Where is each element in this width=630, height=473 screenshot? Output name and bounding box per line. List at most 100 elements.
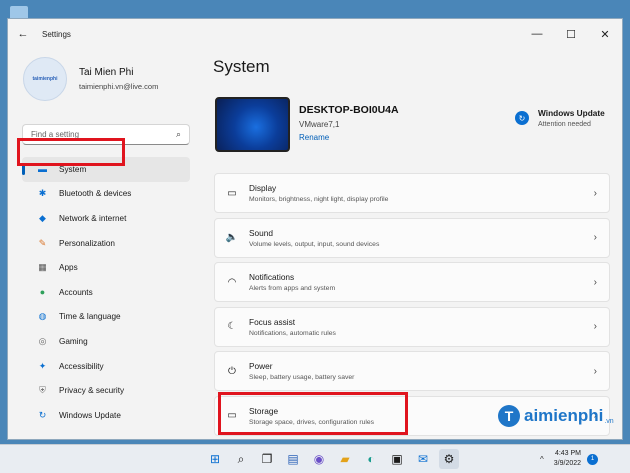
power-icon: ⏻ <box>228 365 236 377</box>
search-box[interactable]: ⌕ <box>22 124 190 145</box>
chevron-right-icon: › <box>593 187 597 199</box>
chevron-up-icon[interactable]: ^ <box>540 455 544 464</box>
settings-window: ← Settings — ☐ ✕ taimienphi Tai Mien Phi… <box>7 18 623 440</box>
edge-icon[interactable]: ◐ <box>361 449 381 469</box>
device-info: DESKTOP-BOI0U4A VMware7,1 Rename ↻ Windo… <box>213 97 611 153</box>
title-bar: ← Settings — ☐ ✕ <box>8 19 622 49</box>
sidebar-item-bluetooth[interactable]: ✱ Bluetooth & devices <box>22 182 190 207</box>
card-description: Alerts from apps and system <box>249 285 336 292</box>
card-power[interactable]: ⏻ Power Sleep, battery usage, battery sa… <box>214 351 610 391</box>
sidebar-item-label: Windows Update <box>59 410 121 420</box>
taskbar: ⊞ ⌕ ❐ ▤ ◉ ▰ ◐ ▣ ✉ ⚙ ^ 4:43 PM 3/9/2022 1 <box>0 444 630 473</box>
task-view-icon[interactable]: ❐ <box>257 449 277 469</box>
display-icon: ▭ <box>227 187 237 199</box>
card-title: Focus assist <box>249 316 296 327</box>
clock[interactable]: 4:43 PM 3/9/2022 <box>554 449 581 469</box>
sidebar-item-label: Accessibility <box>59 361 104 371</box>
storage-icon: ▭ <box>227 410 237 421</box>
maximize-button[interactable]: ☐ <box>554 19 588 49</box>
card-display[interactable]: ▭ Display Monitors, brightness, night li… <box>214 173 610 213</box>
user-profile[interactable]: taimienphi Tai Mien Phi taimienphi.vn@li… <box>23 57 158 101</box>
device-model: VMware7,1 <box>299 120 340 129</box>
profile-name: Tai Mien Phi <box>79 67 134 78</box>
sidebar-item-label: Apps <box>59 263 78 273</box>
windows-update-status[interactable]: ↻ Windows Update Attention needed <box>515 108 605 128</box>
speaker-icon: 🔈 <box>225 232 239 243</box>
moon-icon: ☾ <box>227 321 237 332</box>
wifi-icon: ◆ <box>39 212 46 223</box>
widgets-icon[interactable]: ▤ <box>283 449 303 469</box>
clock-date: 3/9/2022 <box>553 460 582 467</box>
sidebar: taimienphi Tai Mien Phi taimienphi.vn@li… <box>8 49 203 439</box>
card-title: Storage <box>249 405 279 416</box>
sidebar-item-network[interactable]: ◆ Network & internet <box>22 206 190 231</box>
sidebar-item-label: Gaming <box>59 336 88 346</box>
back-button[interactable]: ← <box>8 19 38 49</box>
bluetooth-icon: ✱ <box>38 188 47 199</box>
page-title: System <box>213 57 270 76</box>
card-notifications[interactable]: ◠ Notifications Alerts from apps and sys… <box>214 262 610 302</box>
chevron-right-icon: › <box>593 321 597 332</box>
sidebar-item-time-language[interactable]: ◍ Time & language <box>22 305 190 330</box>
card-storage[interactable]: ▭ Storage Storage space, drives, configu… <box>214 395 610 436</box>
mail-icon[interactable]: ✉ <box>413 449 433 469</box>
card-sound[interactable]: 🔈 Sound Volume levels, output, input, so… <box>214 217 610 258</box>
monitor-icon: ▬ <box>38 164 47 175</box>
sidebar-item-label: Privacy & security <box>59 386 125 396</box>
chevron-right-icon: › <box>593 410 597 421</box>
sidebar-item-windows-update[interactable]: ↻ Windows Update <box>22 403 190 428</box>
sidebar-item-personalization[interactable]: ✎ Personalization <box>22 231 190 256</box>
search-icon[interactable]: ⌕ <box>176 129 181 140</box>
bell-icon: ◠ <box>227 276 237 288</box>
close-button[interactable]: ✕ <box>588 19 622 49</box>
windows-update-status-text: Attention needed <box>538 121 591 128</box>
card-description: Volume levels, output, input, sound devi… <box>249 240 380 248</box>
minimize-button[interactable]: — <box>520 19 554 49</box>
card-description: Notifications, automatic rules <box>249 329 336 337</box>
avatar: taimienphi <box>23 57 67 101</box>
card-title: Notifications <box>249 272 295 282</box>
sidebar-item-accounts[interactable]: ● Accounts <box>22 280 190 305</box>
rename-link[interactable]: Rename <box>299 133 329 142</box>
apps-icon: ▦ <box>38 262 47 273</box>
store-icon[interactable]: ▣ <box>387 449 407 469</box>
sidebar-item-accessibility[interactable]: ✦ Accessibility <box>22 354 190 379</box>
device-wallpaper-image <box>215 97 290 152</box>
sidebar-item-apps[interactable]: ▦ Apps <box>22 255 190 280</box>
brush-icon: ✎ <box>38 237 47 248</box>
sidebar-item-label: Personalization <box>59 238 115 248</box>
update-icon: ↻ <box>38 409 47 420</box>
sidebar-item-privacy[interactable]: ⛨ Privacy & security <box>22 378 190 403</box>
settings-icon[interactable]: ⚙ <box>439 449 459 469</box>
search-input[interactable] <box>31 130 171 139</box>
device-name: DESKTOP-BOI0U4A <box>299 104 399 116</box>
sidebar-item-gaming[interactable]: ◎ Gaming <box>22 329 190 354</box>
file-explorer-icon[interactable]: ▰ <box>335 449 355 469</box>
card-description: Monitors, brightness, night light, displ… <box>249 196 389 203</box>
sidebar-item-label: System <box>59 164 87 174</box>
shield-icon: ⛨ <box>39 385 46 396</box>
notification-badge[interactable]: 1 <box>587 453 599 465</box>
card-description: Storage space, drives, configuration rul… <box>249 418 375 426</box>
settings-cards: ▭ Display Monitors, brightness, night li… <box>214 173 610 439</box>
window-title: Settings <box>42 29 71 39</box>
accessibility-icon: ✦ <box>38 360 47 371</box>
globe-icon: ◍ <box>38 311 47 322</box>
sidebar-nav: ▬ System ✱ Bluetooth & devices ◆ Network… <box>22 157 190 428</box>
card-title: Display <box>249 183 277 193</box>
clock-time: 4:43 PM <box>554 450 582 457</box>
arrow-left-icon: ← <box>17 28 29 40</box>
sidebar-item-label: Accounts <box>59 287 93 297</box>
search-icon[interactable]: ⌕ <box>231 449 251 469</box>
card-focus-assist[interactable]: ☾ Focus assist Notifications, automatic … <box>214 306 610 347</box>
card-title: Power <box>249 361 273 371</box>
sidebar-item-label: Bluetooth & devices <box>59 189 132 199</box>
main-content: System DESKTOP-BOI0U4A VMware7,1 Rename … <box>213 49 613 439</box>
sidebar-item-label: Time & language <box>59 312 121 322</box>
windows-update-title: Windows Update <box>538 108 605 118</box>
chat-icon[interactable]: ◉ <box>309 449 329 469</box>
sidebar-item-system[interactable]: ▬ System <box>22 157 190 182</box>
start-icon[interactable]: ⊞ <box>205 449 225 469</box>
person-icon: ● <box>39 287 46 298</box>
chevron-right-icon: › <box>593 276 597 288</box>
